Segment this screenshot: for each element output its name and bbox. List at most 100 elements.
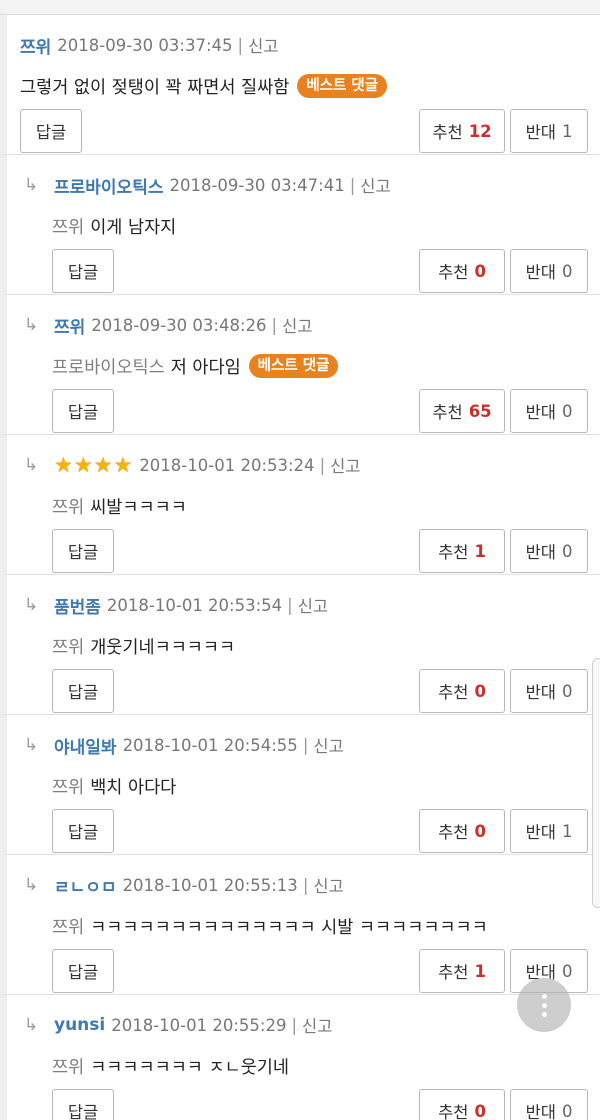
upvote-button[interactable]: 추천 0 (419, 249, 505, 293)
reply-button[interactable]: 답글 (52, 809, 114, 853)
downvote-count: 0 (561, 401, 573, 421)
upvote-count: 12 (468, 121, 492, 141)
downvote-count: 0 (561, 961, 573, 981)
reply-arrow-icon: ↳ (24, 735, 39, 755)
report-link[interactable]: 신고 (313, 873, 343, 897)
reply-arrow-icon: ↳ (24, 175, 39, 195)
upvote-count: 0 (474, 821, 486, 841)
comment-text: 저 아다임 (170, 357, 241, 378)
comment-item: ↳ 프로바이오틱스 2018-09-30 03:47:41 | 신고 쯔위 이게… (0, 155, 600, 295)
mention-name[interactable]: 쯔위 (52, 494, 84, 519)
upvote-count: 65 (468, 401, 492, 421)
comment-meta: ↳ 품번좀 2018-10-01 20:53:54 | 신고 (24, 593, 328, 618)
report-link[interactable]: 신고 (330, 453, 360, 477)
mention-name[interactable]: 쯔위 (52, 214, 84, 239)
mention-name[interactable]: 쯔위 (52, 774, 84, 799)
comment-text: 개웃기네ㅋㅋㅋㅋㅋ (90, 637, 236, 658)
reply-arrow-icon: ↳ (24, 455, 39, 475)
comment-body: 쯔위 개웃기네ㅋㅋㅋㅋㅋ (52, 633, 235, 659)
upvote-count: 0 (474, 1101, 486, 1120)
reply-arrow-icon: ↳ (24, 875, 39, 895)
downvote-button[interactable]: 반대 0 (510, 669, 588, 713)
upvote-count: 1 (474, 961, 486, 981)
separator: | (287, 595, 293, 615)
timestamp: 2018-09-30 03:47:41 (169, 175, 345, 195)
reply-button[interactable]: 답글 (52, 389, 114, 433)
upvote-button[interactable]: 추천 0 (419, 1089, 505, 1120)
comment-item: ↳ ㄹㄴㅇㅁ 2018-10-01 20:55:13 | 신고 쯔위 ㅋㅋㅋㅋㅋ… (0, 855, 600, 995)
upvote-button[interactable]: 추천 0 (419, 669, 505, 713)
author-name[interactable]: 야내일봐 (54, 733, 117, 758)
reply-label: 답글 (67, 683, 99, 702)
downvote-label: 반대 (525, 683, 556, 702)
timestamp: 2018-10-01 20:53:54 (106, 595, 283, 615)
downvote-button[interactable]: 반대 1 (510, 109, 588, 153)
comment-item: ↳ ★★★★ 2018-10-01 20:53:24 | 신고 쯔위 씨발ㅋㅋㅋ… (0, 435, 600, 575)
reply-button[interactable]: 답글 (52, 249, 114, 293)
downvote-button[interactable]: 반대 0 (510, 529, 588, 573)
downvote-label: 반대 (525, 823, 556, 842)
downvote-button[interactable]: 반대 1 (510, 809, 588, 853)
upvote-label: 추천 (438, 543, 469, 562)
author-name[interactable]: 프로바이오틱스 (54, 173, 163, 198)
edge-panel-handle[interactable] (592, 658, 600, 908)
report-link[interactable]: 신고 (298, 593, 328, 617)
report-link[interactable]: 신고 (282, 313, 312, 337)
mention-name[interactable]: 쯔위 (52, 634, 84, 659)
downvote-label: 반대 (525, 543, 556, 562)
reply-label: 답글 (67, 263, 99, 282)
separator: | (302, 735, 309, 755)
reply-button[interactable]: 답글 (52, 1089, 114, 1120)
reply-label: 답글 (67, 1103, 99, 1120)
separator: | (302, 875, 309, 895)
star-rank-icon[interactable]: ★★★★ (54, 453, 133, 477)
mention-name[interactable]: 쯔위 (52, 1054, 84, 1079)
author-name[interactable]: 쯔위 (20, 33, 51, 58)
comment-body: 프로바이오틱스 저 아다임 베스트 댓글 (52, 353, 339, 379)
downvote-count: 0 (561, 261, 573, 281)
reply-arrow-icon: ↳ (24, 315, 39, 335)
mention-name[interactable]: 프로바이오틱스 (52, 354, 165, 379)
downvote-button[interactable]: 반대 0 (510, 1089, 588, 1120)
report-link[interactable]: 신고 (313, 733, 343, 757)
comment-meta: ↳ ★★★★ 2018-10-01 20:53:24 | 신고 (24, 453, 361, 477)
reply-label: 답글 (67, 823, 99, 842)
timestamp: 2018-10-01 20:55:29 (111, 1015, 287, 1035)
reply-button[interactable]: 답글 (20, 109, 82, 153)
downvote-label: 반대 (525, 123, 556, 142)
comment-text: 그렇거 없이 젖탱이 꽉 짜면서 질싸함 (20, 77, 290, 98)
comment-text: 씨발ㅋㅋㅋㅋ (90, 497, 187, 518)
comment-meta: 쯔위 2018-09-30 03:37:45 | 신고 (20, 33, 278, 58)
previous-comment-edge (0, 0, 600, 15)
downvote-label: 반대 (525, 403, 556, 422)
author-name[interactable]: 쯔위 (54, 313, 85, 338)
comment-item: ↳ yunsi 2018-10-01 20:55:29 | 신고 쯔위 ㅋㅋㅋㅋ… (0, 995, 600, 1120)
report-link[interactable]: 신고 (248, 33, 278, 57)
more-options-icon[interactable] (517, 978, 571, 1032)
upvote-button[interactable]: 추천 1 (419, 529, 505, 573)
downvote-count: 0 (561, 541, 573, 561)
best-comment-badge: 베스트 댓글 (248, 354, 339, 378)
separator: | (271, 315, 278, 335)
author-name[interactable]: ㄹㄴㅇㅁ (54, 873, 117, 898)
upvote-count: 0 (474, 681, 486, 701)
upvote-button[interactable]: 추천 65 (419, 389, 505, 433)
reply-button[interactable]: 답글 (52, 669, 114, 713)
upvote-button[interactable]: 추천 12 (419, 109, 505, 153)
comment-body: 쯔위 ㅋㅋㅋㅋㅋㅋㅋ ㅈㄴ웃기네 (52, 1053, 289, 1079)
downvote-button[interactable]: 반대 0 (510, 389, 588, 433)
mention-name[interactable]: 쯔위 (52, 914, 84, 939)
comment-item: ↳ 야내일봐 2018-10-01 20:54:55 | 신고 쯔위 백치 아다… (0, 715, 600, 855)
upvote-button[interactable]: 추천 0 (419, 809, 505, 853)
report-link[interactable]: 신고 (360, 173, 390, 197)
author-name[interactable]: 품번좀 (54, 593, 101, 618)
author-name[interactable]: yunsi (54, 1015, 105, 1035)
downvote-button[interactable]: 반대 0 (510, 249, 588, 293)
separator: | (237, 35, 244, 55)
reply-label: 답글 (67, 963, 99, 982)
reply-button[interactable]: 답글 (52, 949, 114, 993)
report-link[interactable]: 신고 (302, 1013, 332, 1037)
reply-button[interactable]: 답글 (52, 529, 114, 573)
upvote-button[interactable]: 추천 1 (419, 949, 505, 993)
downvote-count: 0 (561, 681, 573, 701)
